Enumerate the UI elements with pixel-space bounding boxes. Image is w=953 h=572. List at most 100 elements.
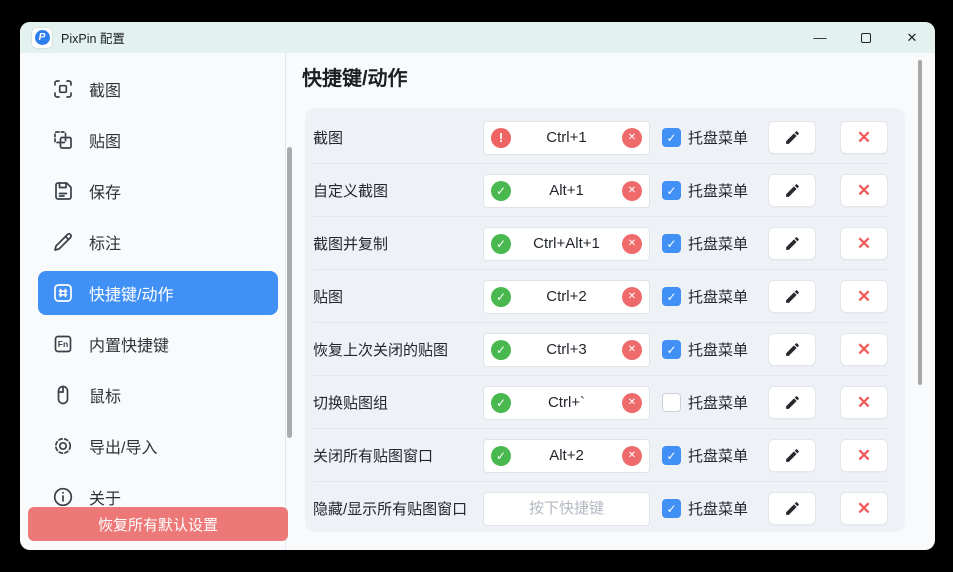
pixpin-config-window: P PixPin 配置 — ✕ 截图 贴图 保存	[20, 22, 935, 550]
delete-hotkey-button[interactable]	[840, 121, 888, 154]
clear-hotkey-icon[interactable]	[622, 287, 642, 307]
delete-hotkey-button[interactable]	[840, 333, 888, 366]
hotkey-row: 切换贴图组 托盘菜单	[313, 376, 888, 429]
hotkey-row: 隐藏/显示所有贴图窗口 托盘菜单	[313, 482, 888, 532]
hotkey-row: 截图 托盘菜单	[313, 111, 888, 164]
action-label: 自定义截图	[313, 180, 483, 201]
sidebar-item-pin-image[interactable]: 贴图	[38, 118, 278, 162]
hotkey-input-group	[483, 492, 650, 526]
hotkey-input-group	[483, 174, 650, 208]
sidebar-item-save[interactable]: 保存	[38, 169, 278, 213]
pencil-icon	[784, 341, 801, 358]
sidebar-item-label: 保存	[89, 179, 121, 203]
sidebar: 截图 贴图 保存 标注 快捷键/动作	[38, 67, 278, 526]
pencil-icon	[784, 447, 801, 464]
pencil-icon	[784, 500, 801, 517]
delete-hotkey-button[interactable]	[840, 492, 888, 525]
close-button[interactable]: ✕	[889, 22, 935, 53]
sidebar-item-hotkeys[interactable]: 快捷键/动作	[38, 271, 278, 315]
tray-menu-label: 托盘菜单	[688, 233, 748, 254]
tray-checkbox[interactable]	[662, 128, 681, 147]
about-icon	[51, 485, 75, 509]
edit-hotkey-button[interactable]	[768, 227, 816, 260]
tray-checkbox[interactable]	[662, 446, 681, 465]
action-label: 贴图	[313, 286, 483, 307]
tray-checkbox[interactable]	[662, 181, 681, 200]
edit-hotkey-button[interactable]	[768, 386, 816, 419]
builtin-hotkeys-icon: Fn	[51, 332, 75, 356]
edit-hotkey-button[interactable]	[768, 121, 816, 154]
sidebar-scrollbar-thumb[interactable]	[287, 147, 292, 438]
edit-hotkey-button[interactable]	[768, 333, 816, 366]
clear-hotkey-icon[interactable]	[622, 446, 642, 466]
delete-hotkey-button[interactable]	[840, 439, 888, 472]
delete-hotkey-button[interactable]	[840, 280, 888, 313]
delete-hotkey-button[interactable]	[840, 174, 888, 207]
titlebar: P PixPin 配置 — ✕	[20, 22, 935, 53]
sidebar-item-label: 关于	[89, 485, 121, 509]
clear-hotkey-icon[interactable]	[622, 128, 642, 148]
delete-x-icon	[857, 129, 871, 146]
maximize-button[interactable]	[843, 22, 889, 53]
hotkey-status-icon	[491, 128, 511, 148]
sidebar-item-label: 内置快捷键	[89, 332, 169, 356]
edit-hotkey-button[interactable]	[768, 439, 816, 472]
hotkey-row: 恢复上次关闭的贴图 托盘菜单	[313, 323, 888, 376]
delete-x-icon	[857, 182, 871, 199]
hotkey-status-icon	[491, 234, 511, 254]
clear-hotkey-icon[interactable]	[622, 181, 642, 201]
sidebar-item-screenshot[interactable]: 截图	[38, 67, 278, 111]
sidebar-item-label: 标注	[89, 230, 121, 254]
hotkey-row: 自定义截图 托盘菜单	[313, 164, 888, 217]
pin-image-icon	[51, 128, 75, 152]
edit-hotkey-button[interactable]	[768, 492, 816, 525]
sidebar-item-mouse[interactable]: 鼠标	[38, 373, 278, 417]
edit-hotkey-button[interactable]	[768, 174, 816, 207]
action-label: 截图并复制	[313, 233, 483, 254]
minimize-button[interactable]: —	[797, 22, 843, 53]
maximize-icon	[861, 33, 871, 43]
action-label: 截图	[313, 127, 483, 148]
tray-checkbox[interactable]	[662, 499, 681, 518]
sidebar-item-builtin-hotkeys[interactable]: Fn 内置快捷键	[38, 322, 278, 366]
clear-hotkey-icon[interactable]	[622, 340, 642, 360]
delete-x-icon	[857, 235, 871, 252]
tray-menu-label: 托盘菜单	[688, 127, 748, 148]
hotkey-status-icon	[491, 340, 511, 360]
tray-checkbox[interactable]	[662, 234, 681, 253]
annotate-icon	[51, 230, 75, 254]
export-import-icon	[51, 434, 75, 458]
sidebar-item-label: 贴图	[89, 128, 121, 152]
tray-checkbox[interactable]	[662, 287, 681, 306]
clear-hotkey-icon[interactable]	[622, 234, 642, 254]
save-icon	[51, 179, 75, 203]
action-label: 隐藏/显示所有贴图窗口	[313, 498, 483, 519]
tray-menu-label: 托盘菜单	[688, 498, 748, 519]
hotkey-row: 贴图 托盘菜单	[313, 270, 888, 323]
delete-x-icon	[857, 500, 871, 517]
tray-checkbox[interactable]	[662, 393, 681, 412]
hotkey-status-icon	[491, 287, 511, 307]
sidebar-item-export-import[interactable]: 导出/导入	[38, 424, 278, 468]
hotkeys-icon	[51, 281, 75, 305]
main-scrollbar-thumb[interactable]	[918, 60, 922, 385]
sidebar-item-annotate[interactable]: 标注	[38, 220, 278, 264]
hotkey-panel: 截图 托盘菜单 自定义截图	[305, 108, 905, 532]
svg-text:Fn: Fn	[58, 339, 68, 349]
delete-hotkey-button[interactable]	[840, 386, 888, 419]
hotkey-input[interactable]	[483, 492, 650, 526]
sidebar-item-label: 快捷键/动作	[89, 281, 173, 305]
tray-menu-label: 托盘菜单	[688, 445, 748, 466]
tray-menu-label: 托盘菜单	[688, 339, 748, 360]
hotkey-rows: 截图 托盘菜单 自定义截图	[305, 108, 905, 532]
tray-checkbox[interactable]	[662, 340, 681, 359]
pencil-icon	[784, 394, 801, 411]
hotkey-input-group	[483, 227, 650, 261]
hotkey-status-icon	[491, 181, 511, 201]
delete-x-icon	[857, 288, 871, 305]
edit-hotkey-button[interactable]	[768, 280, 816, 313]
delete-hotkey-button[interactable]	[840, 227, 888, 260]
hotkey-row: 关闭所有贴图窗口 托盘菜单	[313, 429, 888, 482]
clear-hotkey-icon[interactable]	[622, 393, 642, 413]
restore-defaults-button[interactable]: 恢复所有默认设置	[28, 507, 288, 541]
